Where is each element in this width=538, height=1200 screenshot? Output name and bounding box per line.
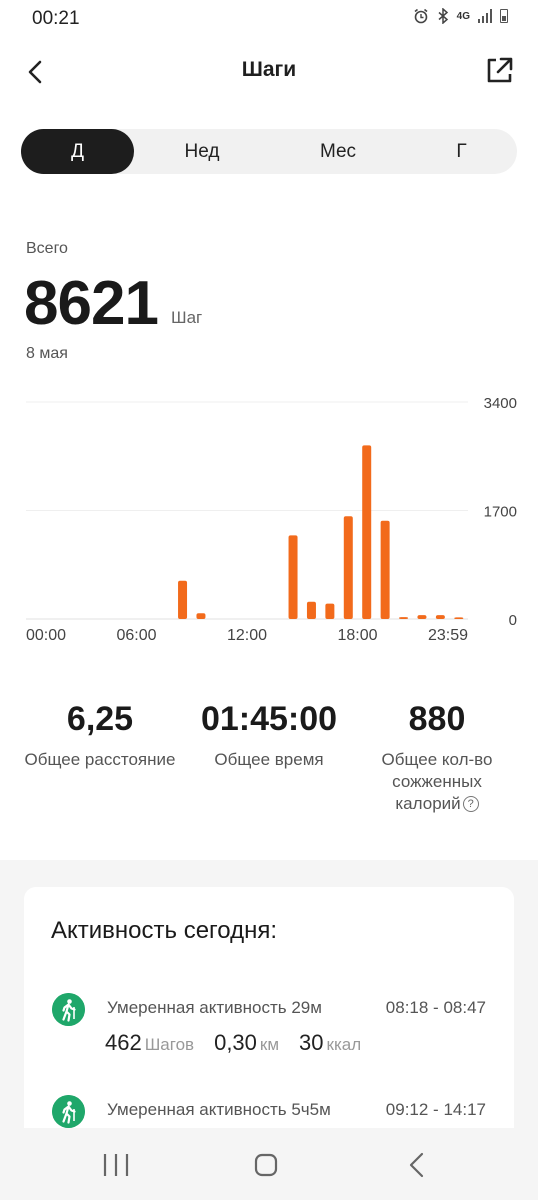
distance-label: Общее расстояние bbox=[24, 750, 176, 769]
bluetooth-icon bbox=[438, 8, 448, 24]
activity-name: Умеренная активность 5ч5м bbox=[107, 1100, 331, 1119]
total-steps-unit: Шаг bbox=[171, 308, 203, 327]
activity-time: 09:12 - 14:17 bbox=[385, 1100, 486, 1119]
x-tick-label: 00:00 bbox=[26, 627, 66, 644]
share-icon[interactable] bbox=[482, 54, 516, 88]
status-icons: 4G bbox=[413, 8, 508, 24]
activity-metrics: 462 Шагов 0,30 км 30 ккал bbox=[105, 1030, 381, 1056]
bar bbox=[435, 615, 445, 619]
stat-time: 01:45:00 Общее время bbox=[179, 700, 359, 771]
home-icon[interactable] bbox=[246, 1148, 286, 1182]
walking-icon bbox=[52, 1095, 85, 1128]
bar bbox=[417, 615, 427, 619]
activity-distance: 0,30 bbox=[214, 1030, 257, 1055]
y-tick-label: 1700 bbox=[484, 504, 517, 521]
activity-item[interactable]: Умеренная активность 5ч5м 09:12 - 14:17 bbox=[24, 1095, 514, 1128]
network-label: 4G bbox=[456, 10, 470, 22]
bar bbox=[454, 617, 464, 619]
tab-week[interactable]: Нед bbox=[134, 129, 270, 174]
header: Шаги bbox=[0, 44, 538, 100]
bar bbox=[196, 613, 206, 619]
activity-distance-unit: км bbox=[259, 1035, 280, 1054]
time-value: 01:45:00 bbox=[200, 700, 338, 738]
activity-title: Активность сегодня: bbox=[51, 917, 278, 944]
system-nav-bar bbox=[0, 1128, 538, 1200]
x-tick-label: 06:00 bbox=[116, 627, 156, 644]
time-label: Общее время bbox=[214, 750, 324, 769]
activity-time: 08:18 - 08:47 bbox=[385, 998, 486, 1017]
bar bbox=[306, 601, 316, 619]
status-bar: 00:21 4G bbox=[0, 0, 538, 40]
back-nav-icon[interactable] bbox=[398, 1148, 438, 1182]
activity-name: Умеренная активность 29м bbox=[107, 998, 322, 1017]
signal-icon bbox=[478, 9, 492, 23]
distance-value: 6,25 bbox=[66, 700, 134, 738]
activity-item[interactable]: Умеренная активность 29м 08:18 - 08:47 4… bbox=[24, 993, 514, 1073]
activity-steps: 462 bbox=[105, 1030, 142, 1055]
bar bbox=[288, 535, 298, 619]
bar bbox=[178, 580, 188, 619]
summary-date: 8 мая bbox=[26, 345, 68, 362]
activity-calories: 30 bbox=[299, 1030, 324, 1055]
walking-icon bbox=[52, 993, 85, 1026]
bar bbox=[343, 516, 353, 619]
recent-apps-icon[interactable] bbox=[96, 1148, 136, 1182]
bar bbox=[325, 603, 335, 619]
y-tick-label: 3400 bbox=[484, 395, 517, 412]
status-time: 00:21 bbox=[32, 8, 80, 29]
page-title: Шаги bbox=[241, 58, 297, 81]
stat-distance: 6,25 Общее расстояние bbox=[10, 700, 190, 771]
info-icon[interactable]: ? bbox=[462, 796, 479, 812]
bar bbox=[399, 617, 409, 619]
alarm-icon bbox=[414, 8, 428, 24]
bar bbox=[362, 445, 372, 619]
tab-year[interactable]: Г bbox=[406, 129, 517, 174]
stat-calories: 880 Общее кол-во сожженных калорий? bbox=[357, 700, 517, 815]
tab-day[interactable]: Д bbox=[21, 129, 134, 174]
x-tick-label: 18:00 bbox=[337, 627, 377, 644]
steps-chart: 3400 1700 0 00:00 06:00 12:00 18:00 23:59 bbox=[26, 395, 517, 644]
y-tick-label: 0 bbox=[509, 612, 517, 629]
calories-label: Общее кол-во сожженных калорий? bbox=[381, 750, 493, 813]
total-steps-value: 8621 bbox=[24, 269, 159, 338]
period-tabs: Д Нед Мес Г bbox=[21, 129, 517, 174]
x-tick-label: 12:00 bbox=[227, 627, 267, 644]
bar bbox=[380, 520, 390, 619]
x-tick-label: 23:59 bbox=[428, 627, 468, 644]
activity-steps-unit: Шагов bbox=[144, 1035, 195, 1054]
activity-card: Активность сегодня: Умеренная активность… bbox=[24, 887, 514, 1128]
calories-value: 880 bbox=[408, 700, 466, 738]
stats-row: 6,25 Общее расстояние 01:45:00 Общее вре… bbox=[0, 700, 538, 830]
battery-icon bbox=[500, 9, 508, 23]
total-label: Всего bbox=[26, 240, 68, 257]
tab-month[interactable]: Мес bbox=[270, 129, 406, 174]
activity-calories-unit: ккал bbox=[326, 1035, 362, 1054]
